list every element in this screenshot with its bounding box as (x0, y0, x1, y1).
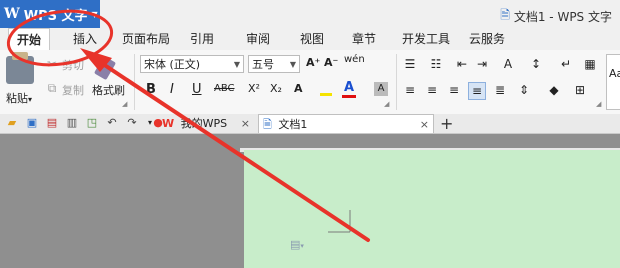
text-effect-button[interactable]: A (294, 82, 303, 95)
chevron-down-icon: ▼ (289, 60, 296, 69)
shrink-font-button[interactable]: A⁻ (324, 56, 338, 69)
paste-options-icon[interactable]: ▤▾ (290, 238, 304, 251)
grow-font-button[interactable]: A⁺ (306, 56, 320, 69)
change-case-icon[interactable]: A (500, 56, 516, 72)
divider (396, 54, 397, 110)
line-spacing-icon[interactable]: ⇕ (516, 82, 532, 98)
character-shading-button[interactable]: A (374, 82, 388, 96)
font-color-button[interactable]: A (344, 80, 354, 95)
distributed-icon[interactable]: ≣ (492, 82, 508, 98)
tab-view[interactable]: 视图 (294, 28, 330, 50)
document-icon: 🗎 (263, 118, 272, 131)
clipboard-clip-icon (12, 52, 28, 60)
paste-icon[interactable] (6, 56, 34, 84)
document-icon: 🗎 (500, 8, 510, 22)
ribbon-home: 粘贴▾ ✂ 剪切 ⧉ 复制 格式刷 ◢ 宋体 (正文) ▼ 五号 ▼ A⁺ A⁻… (0, 50, 620, 115)
export-pdf-icon[interactable]: ▤ (44, 115, 60, 131)
shading-icon[interactable]: ◆ (546, 82, 562, 98)
close-icon[interactable]: × (420, 115, 429, 134)
tab-references[interactable]: 引用 (184, 28, 220, 50)
font-color-swatch (342, 95, 356, 98)
doc-tab-label: 我的WPS (180, 117, 228, 130)
tab-home[interactable]: 开始 (8, 28, 50, 51)
print-preview-icon[interactable]: ◳ (84, 115, 100, 131)
open-folder-icon[interactable]: ▰ (4, 115, 20, 131)
subscript-button[interactable]: X₂ (270, 82, 282, 95)
document-tab-bar: ▰ ▣ ▤ ▥ ◳ ↶ ↷ ▾ ● W 我的WPS × 🗎 文档1 × + (0, 114, 620, 134)
font-name-value: 宋体 (正文) (144, 58, 201, 71)
window-title: 🗎 文档1 - WPS 文字 (500, 6, 612, 27)
underline-button[interactable]: U (192, 82, 202, 97)
new-tab-button[interactable]: + (440, 114, 453, 133)
tab-review[interactable]: 审阅 (240, 28, 276, 50)
wps-logo-icon: W (162, 117, 175, 130)
strikethrough-button[interactable]: ABC (214, 83, 235, 94)
align-center-icon[interactable]: ≡ (424, 82, 440, 98)
save-icon[interactable]: ▣ (24, 115, 40, 131)
font-name-select[interactable]: 宋体 (正文) ▼ (140, 55, 244, 73)
doc-tab-document1[interactable]: 🗎 文档1 × (258, 114, 434, 133)
styles-gallery[interactable]: Aa (606, 54, 620, 110)
numbered-list-icon[interactable]: ☷ (428, 56, 444, 72)
chevron-down-icon: ▼ (233, 60, 240, 69)
undo-icon[interactable]: ↶ (104, 115, 120, 131)
font-size-select[interactable]: 五号 ▼ (248, 55, 300, 73)
tab-insert[interactable]: 插入 (62, 28, 108, 50)
dialog-launcher-icon[interactable]: ◢ (596, 100, 601, 108)
table-border-icon[interactable]: ▦ (582, 56, 598, 72)
wps-menu-button[interactable]: W WPS 文字 ▼ (0, 0, 100, 28)
copy-icon: ⧉ (47, 81, 57, 95)
redo-icon[interactable]: ↷ (124, 115, 140, 131)
window-title-text: 文档1 - WPS 文字 (513, 10, 612, 24)
format-painter-icon (93, 55, 117, 81)
align-right-icon[interactable]: ≡ (446, 82, 462, 98)
doc-tab-label: 文档1 (278, 118, 308, 131)
paste-button[interactable]: 粘贴▾ (6, 90, 32, 106)
highlight-icon[interactable] (320, 82, 334, 96)
tab-page-layout[interactable]: 页面布局 (116, 28, 176, 50)
tab-developer-tools[interactable]: 开发工具 (398, 28, 454, 50)
scissors-icon: ✂ (46, 57, 58, 71)
italic-button[interactable]: I (170, 82, 174, 97)
wps-logo-icon: W (4, 6, 20, 22)
print-icon[interactable]: ▥ (64, 115, 80, 131)
doc-tab-my-wps[interactable]: W 我的WPS × (162, 114, 254, 133)
paste-label: 粘贴 (6, 92, 28, 105)
bold-button[interactable]: B (146, 82, 156, 97)
document-page[interactable]: ▤▾ (244, 150, 620, 268)
ribbon-tabs: 开始 插入 页面布局 引用 审阅 视图 章节 开发工具 云服务 (0, 28, 620, 51)
superscript-button[interactable]: X² (248, 82, 260, 95)
format-painter-button[interactable]: 格式刷 (92, 82, 125, 98)
title-bar: W WPS 文字 ▼ 🗎 文档1 - WPS 文字 (0, 0, 620, 28)
dialog-launcher-icon[interactable]: ◢ (122, 100, 127, 108)
close-icon[interactable]: × (241, 114, 250, 133)
font-size-value: 五号 (252, 58, 274, 71)
phonetic-guide-button[interactable]: wén (344, 54, 365, 65)
increase-indent-icon[interactable]: ⇥ (474, 56, 490, 72)
chevron-down-icon: ▼ (91, 9, 98, 19)
justify-icon[interactable]: ≡ (468, 82, 486, 100)
show-marks-icon[interactable]: ↵ (558, 56, 574, 72)
align-left-icon[interactable]: ≡ (402, 82, 418, 98)
copy-button[interactable]: 复制 (62, 82, 84, 98)
tab-cloud-services[interactable]: 云服务 (462, 28, 512, 50)
sort-icon[interactable]: ↕ (528, 56, 544, 72)
dialog-launcher-icon[interactable]: ◢ (384, 100, 389, 108)
bullet-list-icon[interactable]: ☰ (402, 56, 418, 72)
style-preview: Aa (609, 67, 620, 80)
borders-icon[interactable]: ⊞ (572, 82, 588, 98)
divider (134, 54, 135, 110)
tab-sections[interactable]: 章节 (346, 28, 382, 50)
cut-button[interactable]: 剪切 (62, 57, 84, 73)
app-name: WPS 文字 (23, 8, 88, 24)
decrease-indent-icon[interactable]: ⇤ (454, 56, 470, 72)
